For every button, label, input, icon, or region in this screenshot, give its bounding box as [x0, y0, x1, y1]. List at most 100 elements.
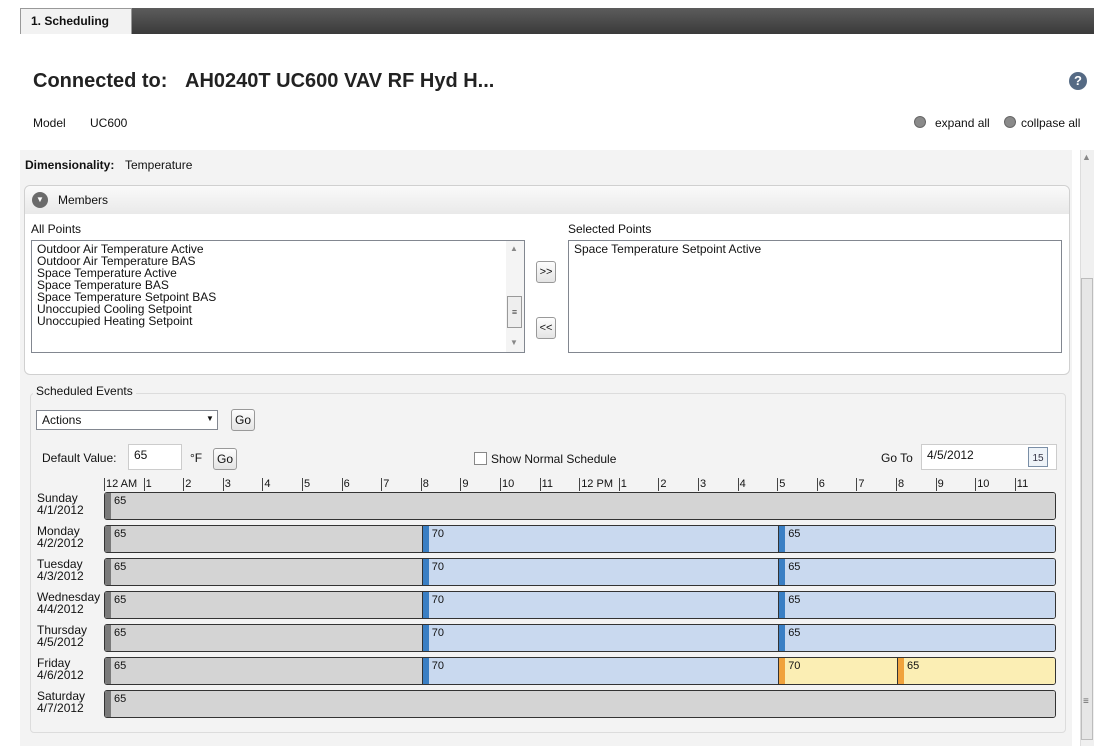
event-handle[interactable]	[898, 658, 904, 684]
event-handle[interactable]	[105, 559, 111, 585]
remove-point-button[interactable]: <<	[536, 317, 556, 339]
hour-label: 6	[341, 478, 350, 491]
schedule-event[interactable]: 70	[421, 625, 780, 651]
schedule-event[interactable]: 65	[105, 691, 1055, 717]
hour-label: 6	[816, 478, 825, 491]
schedule-row[interactable]: 65 70 65	[104, 624, 1056, 652]
event-handle[interactable]	[422, 658, 429, 684]
schedule-row[interactable]: 65	[104, 690, 1056, 718]
hour-label: 10	[500, 478, 515, 491]
schedule-row[interactable]: 65 70 70 65	[104, 657, 1056, 685]
default-value-input[interactable]: 65	[128, 444, 182, 470]
selected-points-label: Selected Points	[568, 222, 652, 236]
day-date: 4/1/2012	[37, 503, 84, 517]
schedule-event[interactable]: 70	[421, 592, 780, 618]
dimensionality-value: Temperature	[125, 158, 193, 172]
event-handle[interactable]	[779, 526, 786, 552]
schedule-event[interactable]: 65	[778, 526, 1055, 552]
schedule-event[interactable]: 70	[421, 526, 780, 552]
selected-points-list[interactable]: Space Temperature Setpoint Active	[568, 240, 1062, 353]
collapse-icon[interactable]	[1004, 116, 1016, 128]
hour-label: 7	[856, 478, 865, 491]
event-value: 70	[431, 660, 445, 672]
event-value: 70	[431, 528, 445, 540]
schedule-event[interactable]: 65	[897, 658, 1055, 684]
expand-all-link[interactable]: expand all	[935, 116, 990, 130]
list-item[interactable]: Space Temperature Setpoint Active	[574, 243, 761, 255]
actions-go-button[interactable]: Go	[231, 409, 255, 431]
default-go-button[interactable]: Go	[213, 448, 237, 470]
chevron-down-icon[interactable]: ▼	[32, 192, 48, 208]
event-handle[interactable]	[779, 625, 786, 651]
event-handle[interactable]	[779, 658, 786, 684]
scroll-up-icon[interactable]: ▲	[510, 244, 518, 253]
show-normal-schedule-label[interactable]: Show Normal Schedule	[491, 452, 616, 466]
scrollbar-thumb[interactable]	[1081, 278, 1093, 740]
scroll-up-icon[interactable]: ▲	[1082, 152, 1091, 162]
schedule-event[interactable]: 65	[105, 658, 422, 684]
list-item[interactable]: Unoccupied Heating Setpoint	[37, 315, 192, 327]
members-title: Members	[58, 193, 109, 207]
unit-label: °F	[190, 451, 203, 465]
event-handle[interactable]	[105, 691, 111, 717]
help-icon[interactable]: ?	[1069, 72, 1087, 90]
schedule-event[interactable]: 65	[778, 625, 1055, 651]
schedule-event[interactable]: 70	[421, 559, 780, 585]
schedule-event[interactable]: 65	[105, 493, 1055, 519]
event-value: 65	[114, 693, 127, 705]
schedule-event[interactable]: 65	[105, 592, 422, 618]
calendar-icon[interactable]: 15	[1028, 447, 1048, 467]
day-label: Monday 4/2/2012	[37, 525, 84, 549]
hour-label: 11	[539, 478, 554, 491]
hour-label: 4	[737, 478, 746, 491]
schedule-row[interactable]: 65 70 65	[104, 525, 1056, 553]
event-value: 70	[788, 660, 801, 672]
schedule-event[interactable]: 65	[105, 559, 422, 585]
hour-label: 3	[222, 478, 231, 491]
list-scroll-thumb[interactable]: ≡	[507, 296, 522, 328]
event-handle[interactable]	[779, 592, 786, 618]
event-handle[interactable]	[105, 526, 111, 552]
scroll-down-icon[interactable]: ▼	[510, 338, 518, 347]
connected-label: Connected to:	[33, 70, 168, 92]
event-value: 70	[431, 561, 445, 573]
event-value: 70	[431, 594, 445, 606]
schedule-event[interactable]: 65	[105, 625, 422, 651]
event-handle[interactable]	[105, 625, 111, 651]
event-handle[interactable]	[105, 658, 111, 684]
hour-label: 7	[381, 478, 390, 491]
event-handle[interactable]	[105, 493, 111, 519]
hour-label: 1	[618, 478, 627, 491]
expand-icon[interactable]	[914, 116, 926, 128]
actions-dropdown[interactable]: Actions	[36, 410, 218, 430]
day-label: Wednesday 4/4/2012	[37, 591, 100, 615]
event-value: 65	[907, 660, 920, 672]
event-handle[interactable]	[422, 526, 429, 552]
chevron-down-icon[interactable]: ▼	[206, 414, 214, 423]
schedule-row[interactable]: 65 70 65	[104, 591, 1056, 619]
tab-scheduling[interactable]: 1. Scheduling	[20, 8, 132, 34]
event-handle[interactable]	[422, 592, 429, 618]
event-handle[interactable]	[422, 559, 429, 585]
schedule-event[interactable]: 70	[778, 658, 898, 684]
schedule-row[interactable]: 65	[104, 492, 1056, 520]
schedule-event[interactable]: 70	[421, 658, 780, 684]
members-header[interactable]	[25, 186, 1069, 214]
schedule-event[interactable]: 65	[778, 592, 1055, 618]
schedule-event[interactable]: 65	[778, 559, 1055, 585]
dimensionality-label: Dimensionality:	[25, 158, 115, 172]
event-handle[interactable]	[779, 559, 786, 585]
schedule-event[interactable]: 65	[105, 526, 422, 552]
event-value: 65	[114, 528, 127, 540]
hour-label: 12 PM	[579, 478, 613, 491]
event-value: 65	[788, 594, 801, 606]
event-handle[interactable]	[105, 592, 111, 618]
event-value: 65	[114, 594, 127, 606]
schedule-row[interactable]: 65 70 65	[104, 558, 1056, 586]
all-points-list[interactable]: Outdoor Air Temperature Active Outdoor A…	[31, 240, 525, 353]
add-point-button[interactable]: >>	[536, 261, 556, 283]
collapse-all-link[interactable]: collpase all	[1021, 116, 1080, 130]
day-date: 4/4/2012	[37, 602, 84, 616]
show-normal-schedule-checkbox[interactable]	[474, 452, 487, 465]
event-handle[interactable]	[422, 625, 429, 651]
